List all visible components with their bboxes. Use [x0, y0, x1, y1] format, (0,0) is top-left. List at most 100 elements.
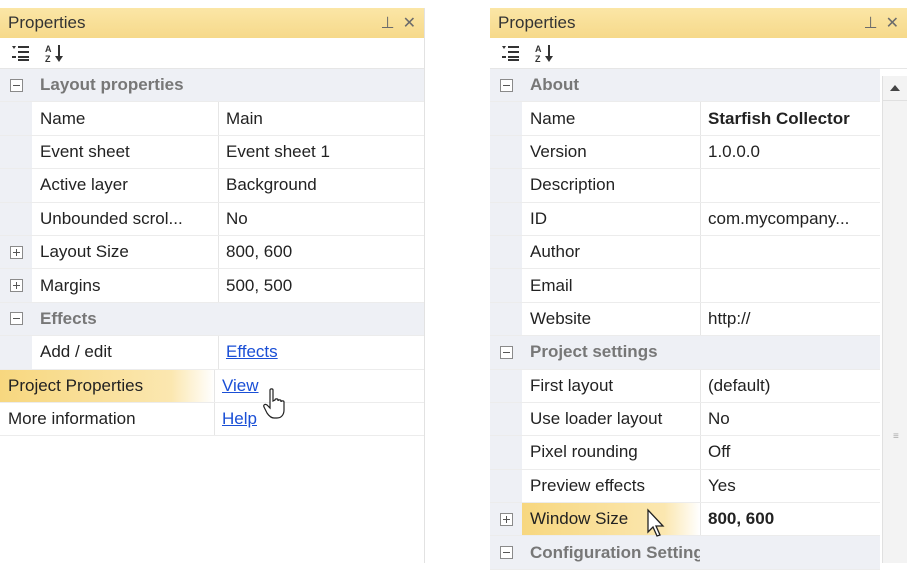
expand-icon[interactable] — [499, 512, 513, 526]
categorized-view-icon[interactable] — [500, 42, 522, 64]
property-value[interactable]: Starfish Collector — [700, 102, 880, 135]
close-icon[interactable]: ✕ — [403, 13, 416, 33]
property-name: Email — [530, 275, 573, 295]
row-gutter — [0, 235, 32, 269]
row-gutter — [0, 135, 32, 169]
property-value[interactable]: Effects — [218, 336, 424, 369]
svg-text:Z: Z — [535, 54, 541, 63]
property-value[interactable]: (default) — [700, 369, 880, 402]
vertical-scrollbar[interactable]: ≡ — [882, 76, 907, 563]
property-value[interactable]: Main — [218, 102, 424, 135]
command-label: Project Properties — [0, 369, 214, 402]
category-row[interactable]: Layout properties — [0, 69, 424, 103]
collapse-icon[interactable] — [9, 78, 23, 92]
row-gutter — [490, 369, 522, 402]
expand-icon[interactable] — [9, 245, 23, 259]
row-gutter — [490, 102, 522, 135]
property-row[interactable]: Name Starfish Collector — [490, 102, 880, 136]
panel-titlebar: Properties ⊥ ✕ — [490, 8, 907, 38]
expand-icon[interactable] — [9, 279, 23, 293]
scroll-grip-icon[interactable]: ≡ — [893, 431, 899, 442]
property-value[interactable]: 500, 500 — [218, 269, 424, 302]
row-gutter — [0, 336, 32, 369]
property-value[interactable]: 1.0.0.0 — [700, 135, 880, 169]
property-value[interactable]: No — [700, 402, 880, 436]
property-name: Pixel rounding — [530, 442, 638, 462]
property-link[interactable]: Effects — [226, 342, 278, 362]
category-row[interactable]: Project settings — [490, 336, 880, 370]
category-row[interactable]: Configuration Settings — [490, 536, 880, 570]
row-gutter — [490, 69, 522, 101]
property-value[interactable]: com.mycompany... — [700, 202, 880, 235]
property-row[interactable]: Use loader layout No — [490, 402, 880, 437]
property-value[interactable]: 800, 600 — [700, 503, 880, 536]
property-value[interactable]: 800, 600 — [218, 235, 424, 269]
close-icon[interactable]: ✕ — [886, 13, 899, 33]
command-value-cell: View — [214, 369, 424, 402]
property-name: Author — [530, 242, 581, 262]
property-value[interactable]: Yes — [700, 469, 880, 503]
property-value[interactable]: Off — [700, 436, 880, 469]
property-row[interactable]: Unbounded scrol... No — [0, 202, 424, 236]
row-gutter — [490, 469, 522, 503]
property-row[interactable]: Name Main — [0, 102, 424, 136]
property-row[interactable]: Project Properties View — [0, 369, 424, 403]
collapse-icon[interactable] — [499, 546, 513, 560]
pin-icon[interactable]: ⊥ — [864, 13, 878, 33]
command-link[interactable]: View — [222, 376, 259, 396]
pin-icon[interactable]: ⊥ — [381, 13, 395, 33]
property-row[interactable]: First layout (default) — [490, 369, 880, 403]
row-gutter — [490, 202, 522, 235]
property-row[interactable]: ID com.mycompany... — [490, 202, 880, 236]
property-row[interactable]: Layout Size 800, 600 — [0, 235, 424, 270]
command-link[interactable]: Help — [222, 409, 257, 429]
properties-toolbar: AZ — [0, 38, 424, 69]
property-value[interactable] — [700, 169, 880, 202]
property-value[interactable]: http:// — [700, 302, 880, 336]
property-name: ID — [530, 208, 547, 228]
property-row[interactable]: Margins 500, 500 — [0, 269, 424, 303]
sort-alphabetical-icon[interactable]: AZ — [534, 42, 556, 64]
property-row[interactable]: Author — [490, 235, 880, 270]
property-row[interactable]: Window Size 800, 600 — [490, 503, 880, 537]
category-label: Configuration Settings — [530, 542, 700, 562]
row-gutter — [490, 235, 522, 269]
collapse-icon[interactable] — [499, 345, 513, 359]
property-name: Unbounded scrol... — [40, 208, 183, 228]
property-value[interactable]: No — [218, 202, 424, 235]
property-name: Name — [40, 108, 86, 128]
sort-alphabetical-icon[interactable]: AZ — [44, 42, 66, 64]
property-row[interactable]: Add / edit Effects — [0, 336, 424, 370]
row-gutter — [490, 503, 522, 536]
category-label: Project settings — [530, 342, 658, 362]
property-row[interactable]: Active layer Background — [0, 169, 424, 203]
scroll-up-arrow-icon[interactable] — [883, 76, 907, 101]
property-value[interactable]: Event sheet 1 — [218, 135, 424, 169]
panel-title: Properties — [498, 13, 576, 32]
row-gutter — [490, 536, 522, 568]
property-value[interactable]: Background — [218, 169, 424, 202]
property-name: Website — [530, 308, 592, 328]
properties-panel-right: Properties ⊥ ✕ AZ About Name Starfish Coll… — [490, 8, 907, 570]
property-row[interactable]: Preview effects Yes — [490, 469, 880, 504]
property-value[interactable] — [700, 269, 880, 302]
row-gutter — [490, 402, 522, 436]
property-name: Margins — [40, 275, 101, 295]
property-name: Preview effects — [530, 475, 645, 495]
row-gutter — [490, 336, 522, 368]
property-row[interactable]: Email — [490, 269, 880, 303]
property-row[interactable]: More information Help — [0, 402, 424, 437]
category-row[interactable]: About — [490, 69, 880, 103]
collapse-icon[interactable] — [499, 78, 513, 92]
property-value[interactable] — [700, 235, 880, 269]
category-row[interactable]: Effects — [0, 302, 424, 337]
property-row[interactable]: Description — [490, 169, 880, 203]
property-name: Name — [530, 108, 576, 128]
property-row[interactable]: Pixel rounding Off — [490, 436, 880, 470]
property-row[interactable]: Website http:// — [490, 302, 880, 337]
categorized-view-icon[interactable] — [10, 42, 32, 64]
property-name: Use loader layout — [530, 409, 663, 429]
property-row[interactable]: Event sheet Event sheet 1 — [0, 135, 424, 170]
property-row[interactable]: Version 1.0.0.0 — [490, 135, 880, 170]
collapse-icon[interactable] — [9, 312, 23, 326]
